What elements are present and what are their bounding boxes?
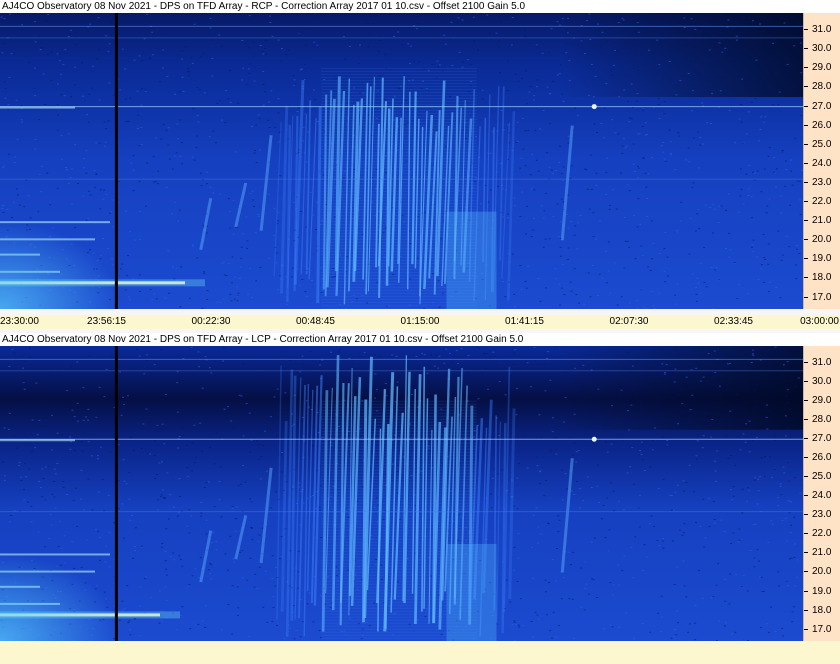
freq-tick-mark [804, 628, 808, 630]
freq-tick-mark [804, 105, 808, 107]
freq-tick-label: 21.0 [812, 547, 832, 559]
freq-tick-label: 19.0 [812, 585, 832, 597]
freq-tick-mark [804, 29, 808, 31]
freq-tick-label: 26.0 [812, 452, 832, 464]
freq-tick-mark [804, 124, 808, 126]
freq-tick-label: 31.0 [812, 357, 832, 369]
freq-tick-mark [804, 67, 808, 69]
freq-tick-label: 30.0 [812, 376, 832, 388]
freq-tick-mark [804, 143, 808, 145]
freq-tick-label: 27.0 [812, 100, 832, 112]
freq-tick-mark [804, 239, 808, 241]
bottom-strip [0, 641, 840, 664]
point-source [591, 436, 597, 442]
freq-tick-label: 24.0 [812, 490, 832, 502]
freq-tick-label: 29.0 [812, 62, 832, 74]
freq-tick-label: 19.0 [812, 253, 832, 265]
freq-tick-label: 30.0 [812, 43, 832, 55]
freq-tick-label: 22.0 [812, 528, 832, 540]
freq-tick-label: 22.0 [812, 196, 832, 208]
freq-tick-label: 25.0 [812, 138, 832, 150]
freq-tick-mark [804, 438, 808, 440]
freq-tick-mark [804, 514, 808, 516]
freq-tick-mark [804, 48, 808, 50]
spectrogram-lcp [0, 346, 803, 641]
time-tick-label: 01:15:00 [400, 316, 440, 327]
freq-tick-label: 21.0 [812, 215, 832, 227]
freq-tick-label: 27.0 [812, 433, 832, 445]
freq-tick-mark [804, 86, 808, 88]
burst-core [446, 211, 497, 309]
freq-tick-mark [804, 258, 808, 260]
freq-tick-mark [804, 220, 808, 222]
freq-tick-label: 20.0 [812, 234, 832, 246]
freq-tick-mark [804, 419, 808, 421]
panel-title-rcp: AJ4CO Observatory 08 Nov 2021 - DPS on T… [0, 0, 840, 13]
freq-tick-mark [804, 181, 808, 183]
quiet-region-shade [560, 13, 803, 98]
freq-tick-label: 17.0 [812, 623, 832, 635]
panel-title-lcp: AJ4CO Observatory 08 Nov 2021 - DPS on T… [0, 333, 840, 346]
freq-tick-mark [804, 590, 808, 592]
time-tick-label: 23:56:15 [87, 316, 126, 327]
freq-tick-mark [804, 476, 808, 478]
freq-tick-label: 29.0 [812, 395, 832, 407]
freq-tick-mark [804, 609, 808, 611]
freq-tick-label: 20.0 [812, 566, 832, 578]
freq-tick-label: 18.0 [812, 604, 832, 616]
freq-tick-label: 17.0 [812, 291, 832, 303]
time-tick-label: 00:22:30 [191, 316, 231, 327]
freq-tick-label: 26.0 [812, 119, 832, 131]
spectrogram-lcp-svg [0, 346, 803, 641]
freq-tick-label: 24.0 [812, 157, 832, 169]
spectrogram-rcp [0, 13, 803, 309]
freq-tick-mark [804, 296, 808, 298]
burst-core [446, 543, 497, 641]
freq-tick-label: 31.0 [812, 24, 832, 36]
time-tick-label: 01:41:15 [505, 316, 544, 327]
freq-tick-label: 18.0 [812, 272, 832, 284]
freq-tick-mark [804, 277, 808, 279]
frequency-axis-lcp: 17.0 18.0 19.0 20.0 21.0 22.0 23.0 24.0 25.0 26.0… [803, 346, 840, 641]
freq-tick-mark [804, 362, 808, 364]
freq-tick-mark [804, 162, 808, 164]
freq-tick-mark [804, 552, 808, 554]
freq-tick-mark [804, 201, 808, 203]
freq-tick-label: 25.0 [812, 471, 832, 483]
freq-tick-label: 28.0 [812, 414, 832, 426]
freq-tick-mark [804, 457, 808, 459]
time-tick-label: 00:48:45 [296, 316, 335, 327]
freq-tick-mark [804, 495, 808, 497]
low-freq-glow [0, 221, 120, 309]
freq-tick-label: 23.0 [812, 509, 832, 521]
time-tick-label: 02:33:45 [714, 316, 753, 327]
freq-tick-mark [804, 571, 808, 573]
time-tick-label: 23:30:00 [0, 316, 39, 327]
freq-tick-label: 23.0 [812, 176, 832, 188]
frequency-axis-rcp: 17.0 18.0 19.0 20.0 21.0 22.0 23.0 24.0 25.0 26.0… [803, 13, 840, 309]
time-axis: 23:30:00 23:56:15 00:22:30 00:48:45 01:15:00… [0, 315, 840, 329]
freq-tick-mark [804, 400, 808, 402]
freq-tick-label: 28.0 [812, 81, 832, 93]
low-freq-glow [0, 553, 120, 641]
point-source [591, 104, 597, 110]
freq-tick-mark [804, 381, 808, 383]
time-tick-label: 02:07:30 [609, 316, 649, 327]
spectrogram-rcp-svg [0, 13, 803, 309]
time-tick-label: 03:00:00 [800, 316, 839, 327]
freq-tick-mark [804, 533, 808, 535]
